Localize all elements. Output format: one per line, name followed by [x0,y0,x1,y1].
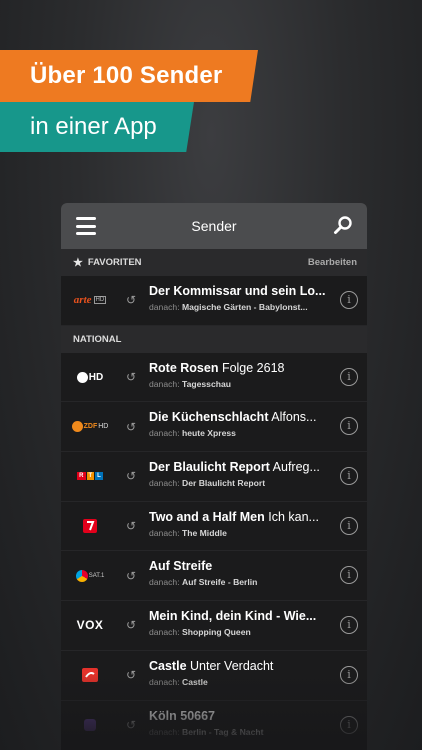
program-title: Köln 50667 [149,708,216,723]
next-label: danach: [149,726,180,737]
promo-subline: in einer App [30,113,157,140]
replay-icon[interactable]: ↺ [119,569,143,583]
program-title: Der Blaulicht Report [149,460,270,475]
channel-row-kabel-eins[interactable]: ↺ Castle Unter Verdacht danach: Castle i [61,651,367,701]
promo-banner-subline: in einer App [0,102,194,152]
next-label: danach: [149,302,180,312]
info-icon[interactable]: i [340,715,358,734]
replay-icon[interactable]: ↺ [119,420,143,434]
zdf-logo: ZDF HD [61,421,119,433]
navbar: Sender [61,203,367,249]
promo-headline: Über 100 Sender [30,62,223,89]
arte-logo: arte HD [73,294,107,307]
search-icon[interactable] [333,215,353,235]
info-icon[interactable]: i [340,665,358,684]
program-episode: Unter Verdacht [190,658,274,673]
next-label: danach: [149,478,180,489]
next-program: heute Xpress [181,428,236,439]
next-label: danach: [149,378,180,389]
next-label: danach: [149,428,180,439]
program-episode: Folge 2618 [221,360,285,375]
channel-row-rtl2[interactable]: ↺ Köln 50667 danach: Berlin - Tag & Nach… [61,701,367,750]
replay-icon[interactable]: ↺ [119,618,143,632]
channel-row-zdf[interactable]: ZDF HD ↺ Die Küchenschlacht Alfons... dan… [61,402,367,453]
program-title: Auf Streife [149,559,213,574]
info-icon[interactable]: i [340,566,358,585]
national-section-header: NATIONAL [61,325,367,353]
channel-list-panel: Sender ★ FAVORITEN Bearbeiten arte HD ↺ D… [61,203,367,750]
sat1-logo: SAT.1 [61,569,119,582]
next-label: danach: [149,527,180,538]
prosieben-logo [61,519,119,534]
program-episode: Alfons... [271,410,317,425]
vox-logo: VOX [76,618,104,633]
program-title: Die Küchenschlacht [149,410,269,425]
next-program: Auf Streife - Berlin [181,577,258,588]
program-episode: Aufreg... [272,460,320,475]
channel-row-ard[interactable]: HD ↺ Rote Rosen Folge 2618 danach: Tages… [61,353,367,403]
info-icon[interactable]: i [340,417,358,436]
replay-icon[interactable]: ↺ [119,469,143,483]
replay-icon[interactable]: ↺ [119,293,143,307]
next-label: danach: [149,676,180,687]
info-icon[interactable]: i [340,367,358,386]
program-title: Two and a Half Men [149,509,265,524]
rtl2-logo [61,718,119,731]
program-title: Castle [149,658,187,673]
ard-logo: HD [61,371,119,383]
info-icon[interactable]: i [340,516,358,535]
next-label: danach: [149,627,180,638]
promo-banner-headline: Über 100 Sender [0,50,258,102]
next-program: Castle [181,676,208,687]
program-title: Mein Kind, dein Kind - Wie... [149,609,317,624]
next-program: Berlin - Tag & Nacht [181,726,264,737]
rtl-logo: RTL [77,472,103,481]
replay-icon[interactable]: ↺ [119,668,143,682]
program-title: Rote Rosen [149,360,219,375]
favorites-header: FAVORITEN [87,257,142,268]
page-title: Sender [191,218,237,234]
favorites-section-header: ★ FAVORITEN Bearbeiten [61,249,367,276]
menu-icon[interactable] [76,217,96,235]
channel-row-prosieben[interactable]: ↺ Two and a Half Men Ich kan... danach: … [61,502,367,552]
channel-row-rtl[interactable]: RTL ↺ Der Blaulicht Report Aufreg... dan… [61,452,367,502]
replay-icon[interactable]: ↺ [119,718,143,732]
star-icon: ★ [73,257,83,269]
replay-icon[interactable]: ↺ [119,519,143,533]
info-icon[interactable]: i [340,467,358,486]
next-program: Tagesschau [181,378,232,389]
channel-row-sat1[interactable]: SAT.1 ↺ Auf Streife danach: Auf Streife … [61,551,367,602]
replay-icon[interactable]: ↺ [119,370,143,384]
next-program: Shopping Queen [181,627,251,638]
next-program: Magische Gärten - Babylonst... [181,302,308,312]
next-program: The Middle [181,527,227,538]
edit-favorites-button[interactable]: Bearbeiten [308,257,357,268]
kabel-eins-logo [61,668,119,683]
info-icon[interactable]: i [340,291,358,309]
channel-row-vox[interactable]: VOX ↺ Mein Kind, dein Kind - Wie... dana… [61,601,367,651]
national-header: NATIONAL [73,333,122,345]
info-icon[interactable]: i [340,616,358,635]
next-label: danach: [149,577,180,588]
channel-row-arte[interactable]: arte HD ↺ Der Kommissar und sein Lo... da… [61,276,367,326]
program-title: Der Kommissar und sein Lo... [149,284,326,298]
next-program: Der Blaulicht Report [181,478,266,489]
program-episode: Ich kan... [268,509,319,524]
